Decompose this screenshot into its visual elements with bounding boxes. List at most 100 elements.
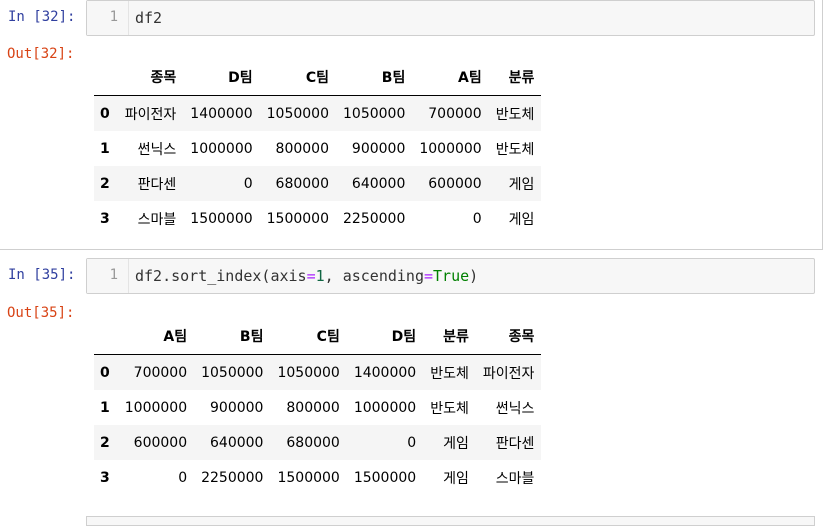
table-cell: 1050000 [266, 105, 329, 122]
column-header: B팀 [336, 59, 413, 96]
code-input-area[interactable]: 1 df2.sort_index(axis=1, ascending=True) [86, 258, 815, 294]
notebook-cell-32[interactable]: In [32]: 1 df2 Out[32]: 종목 D팀 C팀 B팀 A팀 분류 0 파이전… [0, 0, 823, 250]
code-token: ) [469, 267, 479, 285]
dataframe-output-table: 종목 D팀 C팀 B팀 A팀 분류 0 파이전자 1400000 1050000 1050000 70… [94, 59, 542, 236]
table-row: 1 1000000 900000 800000 1000000 반도체 썬닉스 [94, 390, 541, 425]
row-index-label: 2 [100, 175, 110, 192]
next-cell-input-area[interactable] [86, 516, 815, 526]
table-row: 2 600000 640000 680000 0 게임 판다센 [94, 425, 542, 460]
line-number-gutter: 1 [87, 259, 129, 293]
code-line[interactable]: df2 [135, 9, 162, 27]
index-header-blank [94, 318, 118, 355]
input-prompt: In [32]: [8, 9, 76, 25]
table-cell: 0 [407, 434, 417, 451]
table-cell: 600000 [428, 175, 482, 192]
row-index-label: 1 [100, 140, 110, 157]
table-row: 0 700000 1050000 1050000 1400000 반도체 파이전자 [94, 354, 542, 390]
row-index-label: 0 [100, 364, 110, 381]
table-cell: 900000 [210, 399, 264, 416]
table-cell: 반도체 [430, 365, 469, 382]
output-prompt: Out[35]: [7, 305, 75, 321]
code-line[interactable]: df2.sort_index(axis=1, ascending=True) [135, 267, 478, 285]
table-cell: 600000 [133, 434, 188, 451]
table-cell: 게임 [443, 470, 469, 487]
line-number: 1 [109, 267, 118, 283]
table-cell: 1000000 [124, 399, 188, 416]
table-cell: 680000 [275, 175, 329, 192]
table-cell: 판다센 [137, 176, 177, 193]
table-row: 2 판다센 0 680000 640000 600000 게임 [94, 166, 542, 201]
row-index-label: 2 [100, 434, 110, 451]
table-header-row: 종목 D팀 C팀 B팀 A팀 분류 [94, 59, 542, 96]
row-index-label: 0 [100, 105, 110, 122]
code-token: , ascending [324, 267, 424, 285]
row-index-label: 3 [100, 469, 110, 486]
notebook-cell-35[interactable]: In [35]: 1 df2.sort_index(axis=1, ascend… [0, 256, 822, 519]
table-cell: 0 [178, 469, 188, 486]
table-row: 0 파이전자 1400000 1050000 1050000 700000 반도체 [94, 95, 542, 131]
table-cell: 1500000 [277, 469, 340, 486]
table-cell: 640000 [351, 175, 406, 192]
column-header: C팀 [270, 318, 347, 355]
column-header: 종목 [475, 318, 542, 355]
code-token: df2.sort_index(axis [135, 267, 307, 285]
table-cell: 1000000 [190, 140, 253, 157]
table-cell: 700000 [133, 364, 188, 381]
table-cell: 파이전자 [482, 365, 535, 382]
table-cell: 1500000 [190, 210, 253, 227]
dataframe-output-table: A팀 B팀 C팀 D팀 분류 종목 0 700000 1050000 1050000 1400000… [94, 318, 542, 495]
index-header-blank [94, 59, 118, 96]
code-token-operator: = [306, 267, 316, 285]
table-cell: 1050000 [343, 105, 406, 122]
table-cell: 800000 [275, 140, 329, 157]
table-cell: 1500000 [266, 210, 329, 227]
column-header: C팀 [259, 59, 336, 96]
column-header: B팀 [194, 318, 271, 355]
table-cell: 1050000 [201, 364, 264, 381]
line-number-gutter: 1 [87, 1, 129, 35]
table-cell: 1000000 [353, 399, 417, 416]
table-row: 3 0 2250000 1500000 1500000 게임 스마블 [94, 460, 541, 495]
column-header: 종목 [117, 59, 184, 96]
table-row: 3 스마블 1500000 1500000 2250000 0 게임 [94, 201, 541, 236]
table-cell: 640000 [210, 434, 264, 451]
code-token-operator: = [424, 267, 434, 285]
table-cell: 반도체 [495, 141, 535, 158]
table-cell: 1500000 [353, 469, 417, 486]
table-cell: 700000 [428, 105, 482, 122]
input-prompt: In [35]: [8, 267, 76, 283]
row-index-label: 3 [100, 210, 110, 227]
column-header: D팀 [183, 59, 260, 96]
table-row: 1 썬닉스 1000000 800000 900000 1000000 반도체 [94, 131, 541, 166]
table-cell: 900000 [351, 140, 406, 157]
table-cell: 게임 [443, 435, 469, 452]
table-cell: 2250000 [201, 469, 264, 486]
table-cell: 0 [472, 210, 482, 227]
table-cell: 게임 [508, 176, 535, 193]
column-header: A팀 [117, 318, 195, 355]
column-header: 분류 [423, 318, 476, 355]
table-cell: 게임 [508, 211, 535, 228]
table-cell: 1050000 [277, 364, 340, 381]
code-token-keyword: True [433, 267, 470, 285]
table-cell: 스마블 [137, 211, 177, 228]
column-header: D팀 [346, 318, 424, 355]
table-cell: 판다센 [495, 435, 535, 452]
table-cell: 반도체 [430, 400, 469, 417]
table-cell: 2250000 [343, 210, 406, 227]
table-header-row: A팀 B팀 C팀 D팀 분류 종목 [94, 318, 542, 355]
table-cell: 680000 [286, 434, 340, 451]
table-cell: 0 [243, 175, 253, 192]
column-header: A팀 [412, 59, 489, 96]
column-header: 분류 [488, 59, 542, 96]
line-number: 1 [109, 9, 118, 25]
table-cell: 1400000 [353, 364, 417, 381]
table-cell: 800000 [286, 399, 340, 416]
code-input-area[interactable]: 1 df2 [86, 0, 815, 36]
table-cell: 썬닉스 [495, 400, 535, 417]
row-index-label: 1 [100, 399, 110, 416]
table-cell: 1000000 [419, 140, 482, 157]
table-cell: 반도체 [495, 106, 535, 123]
table-cell: 썬닉스 [137, 141, 177, 158]
table-cell: 파이전자 [124, 106, 177, 123]
